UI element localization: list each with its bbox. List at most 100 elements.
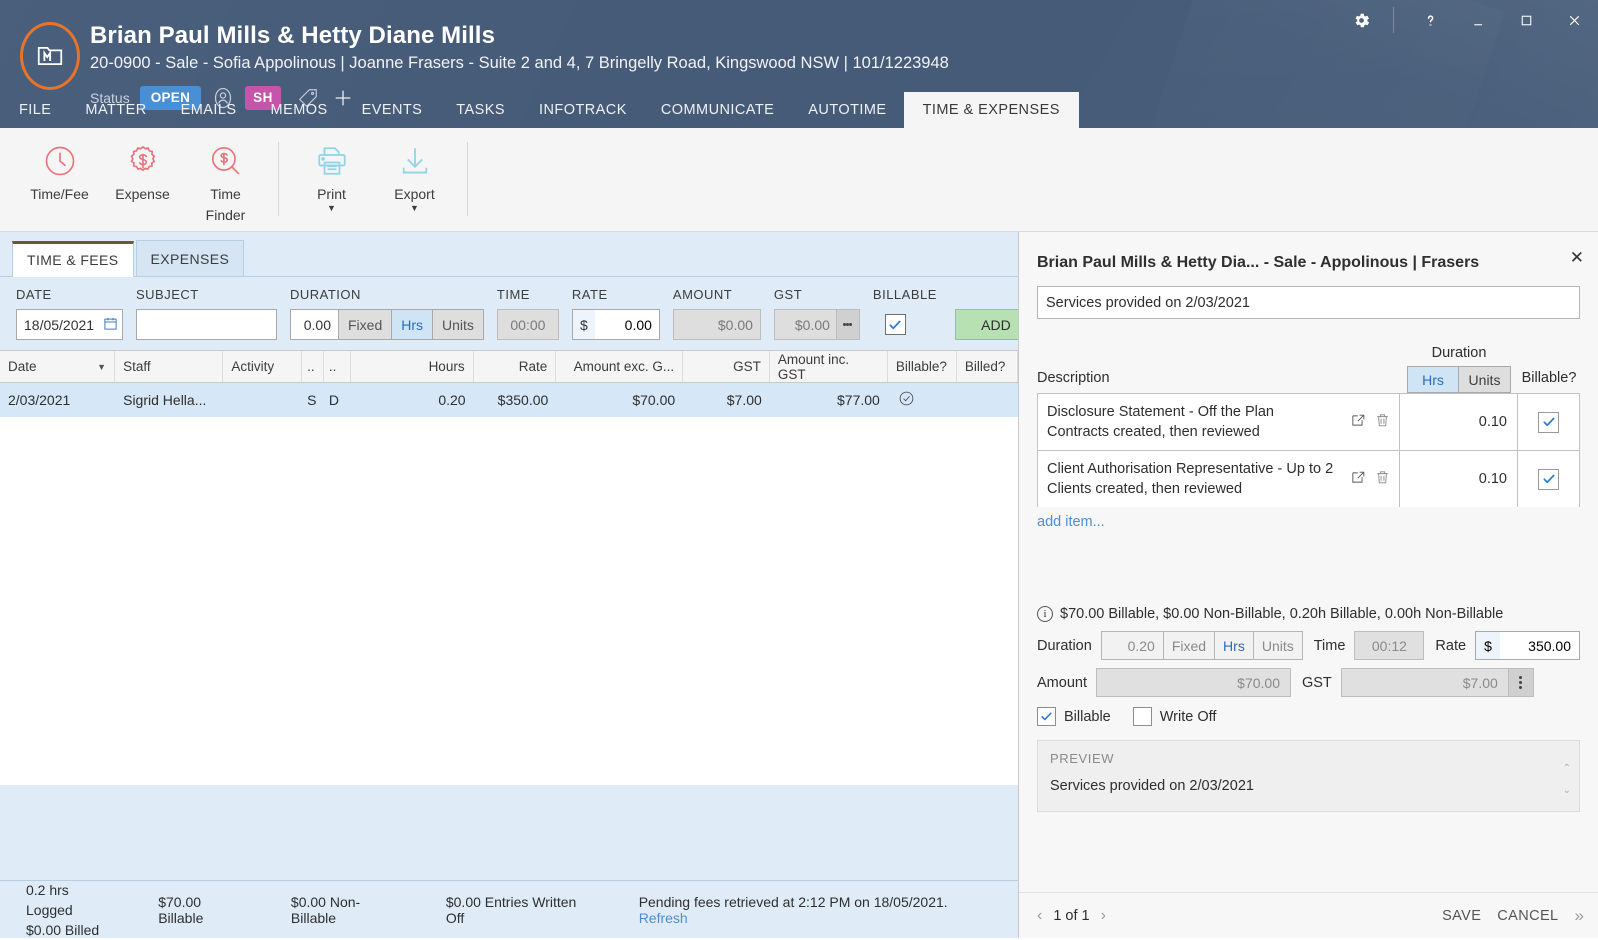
column-header-rate[interactable]: Rate [474,351,557,382]
item-billable-cell [1517,394,1579,450]
expand-more-icon[interactable]: » [1575,906,1584,926]
export-dropdown-caret-icon[interactable]: ▼ [410,204,419,213]
panel-duration-fixed-option[interactable]: Fixed [1164,632,1215,659]
ribbon-expense-button[interactable]: Expense [101,128,184,203]
status-hours-stack: 0.2 hrs Logged $0.00 Billed [26,880,118,940]
item-duration[interactable]: 0.10 [1399,451,1517,507]
item-billable-checkbox[interactable] [1538,469,1559,490]
tab-events[interactable]: EVENTS [345,93,440,128]
matter-subtitle: 20-0900 - Sale - Sofia Appolinous | Joan… [90,54,949,73]
panel-gst-value: $7.00 [1342,669,1509,696]
tab-emails[interactable]: EMAILS [164,93,254,128]
ribbon-export-button[interactable]: Export ▼ [373,128,456,213]
list-item[interactable]: Disclosure Statement - Off the Plan Cont… [1037,393,1580,450]
column-header-amount-exc-gst[interactable]: Amount exc. G... [556,351,683,382]
panel-description-input[interactable]: Services provided on 2/03/2021 [1037,286,1580,319]
column-header-amount-inc-gst[interactable]: Amount inc. GST [770,351,888,382]
delete-trash-icon[interactable] [1374,412,1391,432]
add-item-link[interactable]: add item... [1037,514,1580,530]
scroll-up-icon[interactable]: ⌃ [1563,763,1571,774]
tab-communicate[interactable]: COMMUNICATE [644,93,791,128]
duration-hrs-option[interactable]: Hrs [392,310,433,339]
preview-scroll-spinner[interactable]: ⌃ ⌄ [1563,763,1571,796]
save-button[interactable]: SAVE [1442,908,1481,924]
billable-checkbox[interactable] [885,314,906,335]
item-duration[interactable]: 0.10 [1399,394,1517,450]
delete-trash-icon[interactable] [1374,469,1391,489]
rate-value[interactable]: 0.00 [595,310,659,339]
entry-detail-panel: Brian Paul Mills & Hetty Dia... - Sale -… [1018,232,1598,938]
item-billable-checkbox[interactable] [1538,412,1559,433]
cell-amount-exc-gst: $70.00 [556,383,683,417]
column-header-staff[interactable]: Staff [115,351,223,382]
subtab-time-and-fees[interactable]: TIME & FEES [12,241,134,277]
pager-prev-icon[interactable]: ‹ [1037,907,1042,925]
ribbon-time-finder-label-2: Finder [206,207,246,224]
summary-line: i $70.00 Billable, $0.00 Non-Billable, 0… [1037,606,1580,622]
tab-infotrack[interactable]: INFOTRACK [522,93,644,128]
panel-time-value: 00:12 [1354,631,1424,660]
tab-matter[interactable]: MATTER [68,93,163,128]
column-header-activity[interactable]: Activity [223,351,302,382]
ribbon-toolbar: Time/Fee Expense Time Finder [0,128,1598,232]
gst-options-kebab-icon[interactable] [837,310,859,339]
close-button[interactable] [1550,0,1598,40]
column-header-col5[interactable]: .. [324,351,351,382]
calendar-icon[interactable] [103,316,118,334]
tab-time-and-expenses[interactable]: TIME & EXPENSES [904,92,1079,128]
panel-close-icon[interactable]: ✕ [1570,248,1584,268]
rate-input[interactable]: $ 0.00 [572,309,660,340]
tab-file[interactable]: FILE [2,93,68,128]
scroll-down-icon[interactable]: ⌄ [1563,785,1571,796]
tab-tasks[interactable]: TASKS [439,93,522,128]
items-duration-units-option[interactable]: Units [1459,367,1510,392]
panel-duration-row: Duration 0.20 Fixed Hrs Units Time 00:12… [1037,631,1580,660]
panel-duration-label: Duration [1037,638,1092,654]
panel-writeoff-checkbox[interactable] [1133,707,1152,726]
duration-fixed-option[interactable]: Fixed [339,310,392,339]
subtab-expenses[interactable]: EXPENSES [136,240,245,276]
items-duration-hrs-option[interactable]: Hrs [1408,367,1459,392]
subject-input[interactable] [136,309,277,340]
ribbon-time-fee-button[interactable]: Time/Fee [18,128,101,203]
print-dropdown-caret-icon[interactable]: ▼ [327,204,336,213]
panel-duration-value[interactable]: 0.20 [1102,632,1164,659]
panel-gst-kebab-icon[interactable] [1509,669,1533,696]
cancel-button[interactable]: CANCEL [1497,908,1558,924]
column-header-billable[interactable]: Billable? [888,351,957,382]
panel-time-label: Time [1314,638,1346,654]
item-billable-cell [1517,451,1579,507]
pager-next-icon[interactable]: › [1101,907,1106,925]
new-entry-form: DATE 18/05/2021 SUBJECT [0,277,1018,350]
column-header-billed[interactable]: Billed? [957,351,1018,382]
tab-memos[interactable]: MEMOS [254,93,345,128]
maximize-button[interactable] [1502,0,1550,40]
open-external-icon[interactable] [1350,469,1367,489]
table-row[interactable]: 2/03/2021 Sigrid Hella... S D 0.20 $350.… [0,383,1018,417]
open-external-icon[interactable] [1350,412,1367,432]
list-item[interactable]: Client Authorisation Representative - Up… [1037,450,1580,507]
column-header-hours[interactable]: Hours [351,351,474,382]
column-header-gst[interactable]: GST [683,351,770,382]
help-icon[interactable] [1406,0,1454,40]
column-header-col4[interactable]: .. [302,351,324,382]
panel-duration-units-option[interactable]: Units [1254,632,1302,659]
ribbon-print-button[interactable]: Print ▼ [290,128,373,213]
tab-autotime[interactable]: AUTOTIME [791,93,903,128]
status-non-billable: $0.00 Non-Billable [291,894,404,926]
panel-rate-input[interactable]: $ 350.00 [1475,631,1580,660]
refresh-link[interactable]: Refresh [639,910,688,926]
window-controls [1337,0,1598,40]
panel-duration-hrs-option[interactable]: Hrs [1215,632,1254,659]
ribbon-time-finder-button[interactable]: Time Finder [184,128,267,224]
panel-amount-value: $70.00 [1096,668,1291,697]
settings-gear-icon[interactable] [1337,0,1385,40]
duration-value-input[interactable]: 0.00 [291,310,339,339]
duration-units-option[interactable]: Units [433,310,483,339]
panel-billable-checkbox[interactable] [1037,707,1056,726]
minimize-button[interactable] [1454,0,1502,40]
panel-rate-value[interactable]: 350.00 [1500,632,1579,659]
rate-group: RATE $ 0.00 [572,287,660,340]
column-header-date[interactable]: Date ▼ [0,351,115,382]
date-input[interactable]: 18/05/2021 [16,309,123,340]
